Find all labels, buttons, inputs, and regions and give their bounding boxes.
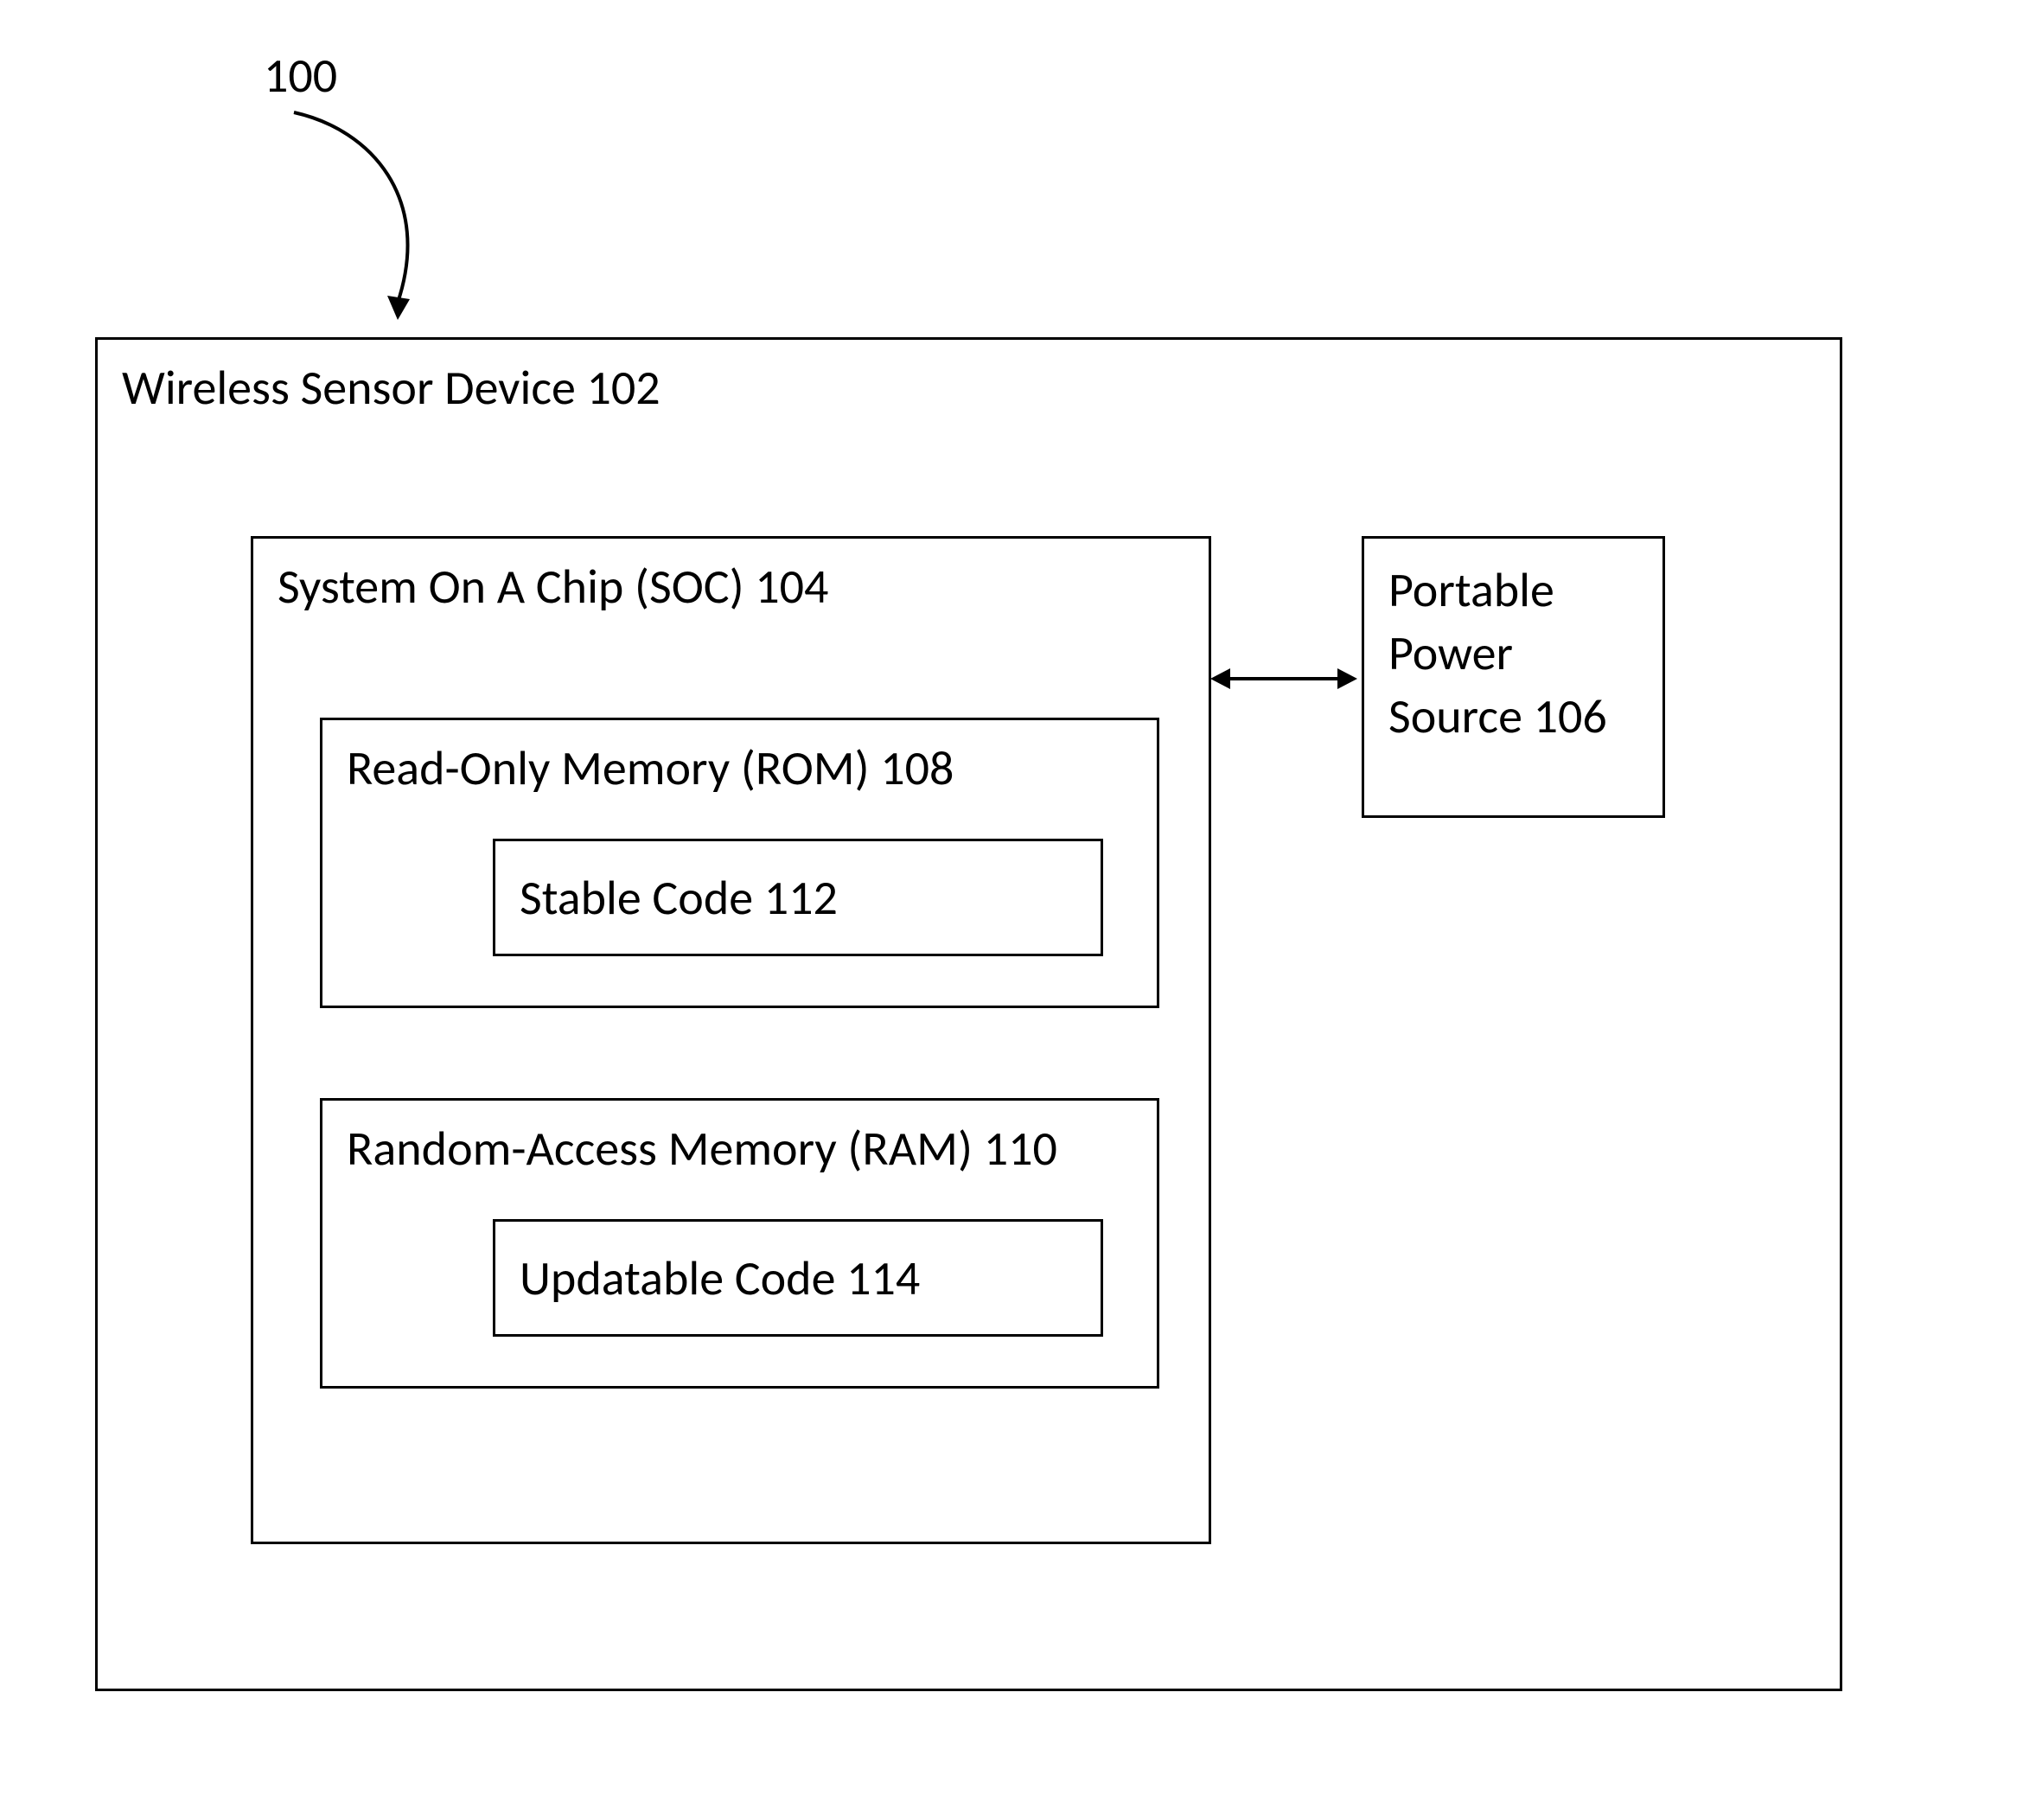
updatable-code-box: Updatable Code 114 [493, 1219, 1103, 1337]
power-source-line1: Portable [1388, 559, 1638, 623]
soc-box: System On A Chip (SOC) 104 [251, 536, 1211, 1544]
ram-label: Random-Access Memory (RAM) 110 [322, 1101, 1157, 1198]
updatable-code-label: Updatable Code 114 [495, 1222, 1101, 1337]
wireless-sensor-device-label: Wireless Sensor Device 102 [98, 340, 1840, 437]
power-source-line3: Source 106 [1388, 686, 1638, 749]
power-source-line2: Power [1388, 623, 1638, 686]
stable-code-label: Stable Code 112 [495, 841, 1101, 956]
power-source-box: Portable Power Source 106 [1362, 536, 1665, 818]
soc-power-double-arrow [1206, 653, 1362, 705]
stable-code-box: Stable Code 112 [493, 839, 1103, 956]
figure-pointer-arrow [259, 95, 519, 337]
rom-label: Read-Only Memory (ROM) 108 [322, 720, 1157, 818]
soc-label: System On A Chip (SOC) 104 [253, 539, 1209, 636]
